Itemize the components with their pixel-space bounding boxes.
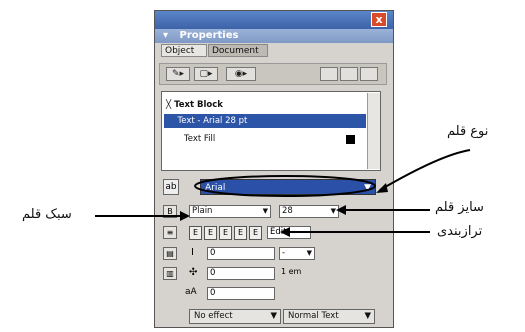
label-font-size: سایز قلم [435,200,484,215]
callout-arrows [95,149,471,237]
label-font-type: نوع قلم [447,124,489,139]
font-type-arrow [379,149,471,191]
font-highlight-ellipse [194,175,376,197]
label-alignment: ترازبندی [437,224,483,239]
label-font-style: سبک قلم [22,207,72,222]
